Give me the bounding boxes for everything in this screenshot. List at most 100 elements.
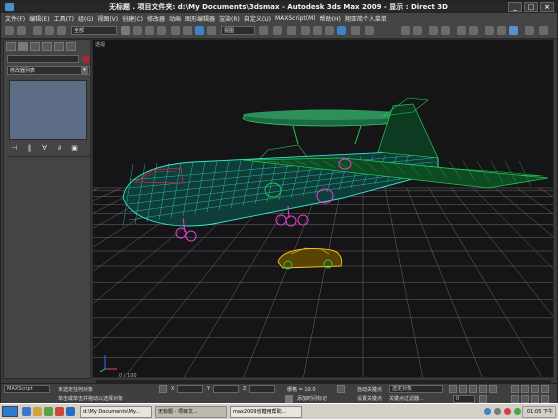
rect-region-icon[interactable] <box>145 26 154 35</box>
play-icon[interactable] <box>469 385 477 393</box>
next-frame-icon[interactable] <box>479 385 487 393</box>
rendered-frame-window-icon[interactable] <box>497 26 506 35</box>
hierarchy-tab-icon[interactable] <box>30 42 40 51</box>
menu-rendering[interactable]: 渲染(R) <box>219 14 240 23</box>
material-editor-icon[interactable] <box>469 26 478 35</box>
select-rotate-icon[interactable] <box>183 26 192 35</box>
pin-stack-icon[interactable]: ⊣ <box>9 144 20 153</box>
select-scale-icon[interactable] <box>195 26 204 35</box>
percent-snap-icon[interactable] <box>325 26 334 35</box>
menu-file[interactable]: 文件(F) <box>5 14 25 23</box>
scale-icon[interactable] <box>207 26 216 35</box>
viewport-label[interactable]: 透视 <box>95 41 105 48</box>
select-by-name-icon[interactable] <box>133 26 142 35</box>
perspective-viewport[interactable]: 透视 <box>92 39 554 378</box>
x-coordinate-field[interactable] <box>177 385 203 393</box>
layer-manager-icon[interactable] <box>429 26 438 35</box>
redo-icon[interactable] <box>17 26 26 35</box>
select-move-icon[interactable] <box>171 26 180 35</box>
reference-coordinate-dropdown[interactable]: 视图 <box>221 26 255 35</box>
max-logo-icon[interactable] <box>5 3 14 11</box>
volume-tray-icon[interactable] <box>494 408 501 415</box>
edit-named-selections-icon[interactable] <box>351 26 360 35</box>
previous-frame-icon[interactable] <box>459 385 467 393</box>
menu-graph-editors[interactable]: 图形编辑器 <box>185 14 215 23</box>
object-color-swatch[interactable] <box>82 55 90 63</box>
key-mode-icon[interactable] <box>337 385 345 393</box>
network-tray-icon[interactable] <box>484 408 491 415</box>
bind-spacewarp-icon[interactable] <box>57 26 66 35</box>
menu-customize[interactable]: 自定义(U) <box>244 14 271 23</box>
select-object-icon[interactable] <box>121 26 130 35</box>
task-help[interactable]: max2009省糖用帮助... <box>230 406 302 418</box>
remove-modifier-icon[interactable]: ∂ <box>54 144 65 153</box>
current-frame-field[interactable]: 0 <box>453 395 475 403</box>
task-3dsmax[interactable]: 无标题 - 项目文... <box>155 406 227 418</box>
menu-modifiers[interactable]: 修改器 <box>147 14 165 23</box>
utilities-tab-icon[interactable] <box>66 42 76 51</box>
menu-tools[interactable]: 工具(T) <box>54 14 74 23</box>
zoom-all-icon[interactable] <box>521 385 529 393</box>
pan-view-icon[interactable] <box>521 395 529 403</box>
go-to-start-icon[interactable] <box>449 385 457 393</box>
teapot-render-icon[interactable] <box>539 26 548 35</box>
motion-tab-icon[interactable] <box>42 42 52 51</box>
zoom-icon[interactable] <box>511 385 519 393</box>
show-end-result-icon[interactable]: ‖ <box>24 144 35 153</box>
schematic-view-icon[interactable] <box>457 26 466 35</box>
modifier-list-dropdown[interactable]: 修改器列表 ▾ <box>7 66 90 75</box>
pivot-center-icon[interactable] <box>259 26 268 35</box>
display-tab-icon[interactable] <box>54 42 64 51</box>
spinner-snap-icon[interactable] <box>337 26 346 35</box>
object-name-field[interactable] <box>7 55 79 63</box>
link-icon[interactable] <box>33 26 42 35</box>
maximize-viewport-icon[interactable] <box>541 395 549 403</box>
lock-selection-icon[interactable] <box>159 385 167 393</box>
menu-create[interactable]: 创建(C) <box>122 14 143 23</box>
go-to-end-icon[interactable] <box>489 385 497 393</box>
window-crossing-icon[interactable] <box>157 26 166 35</box>
media-icon[interactable] <box>55 407 64 416</box>
create-tab-icon[interactable] <box>6 42 16 51</box>
antivirus-tray-icon[interactable] <box>504 408 511 415</box>
align-icon[interactable] <box>413 26 422 35</box>
close-button[interactable]: × <box>540 2 554 12</box>
menu-views[interactable]: 视图(V) <box>97 14 118 23</box>
named-selection-sets-icon[interactable] <box>365 26 374 35</box>
menu-personal[interactable]: 翔亚简个人菜单 <box>345 14 387 23</box>
angle-snap-icon[interactable] <box>313 26 322 35</box>
start-button[interactable] <box>2 406 18 417</box>
key-filters-button[interactable]: 关键点过滤器... <box>389 395 424 402</box>
make-unique-icon[interactable]: ∀ <box>39 144 50 153</box>
render-setup-icon[interactable] <box>485 26 494 35</box>
configure-modifier-sets-icon[interactable]: ▣ <box>69 144 80 153</box>
modify-tab-icon[interactable] <box>18 42 28 51</box>
desktop-icon[interactable] <box>44 407 53 416</box>
time-slider-label[interactable]: 0 / 100 <box>119 373 137 379</box>
task-explorer[interactable]: d:\My Documents\My... <box>80 406 152 418</box>
maxscript-listener[interactable]: MAXScript <box>4 385 50 393</box>
menu-maxscript[interactable]: MAXScript(M) <box>275 15 316 22</box>
select-manipulate-icon[interactable] <box>273 26 282 35</box>
curve-editor-icon[interactable] <box>441 26 450 35</box>
zoom-extents-all-icon[interactable] <box>541 385 549 393</box>
add-time-tag-icon[interactable] <box>285 395 293 403</box>
y-coordinate-field[interactable] <box>213 385 239 393</box>
unlink-icon[interactable] <box>45 26 54 35</box>
undo-icon[interactable] <box>5 26 14 35</box>
folder-icon[interactable] <box>33 407 42 416</box>
max-quicklaunch-icon[interactable] <box>66 407 75 416</box>
zoom-extents-icon[interactable] <box>531 385 539 393</box>
set-key-button[interactable]: 设置关键点 <box>357 395 382 402</box>
menu-edit[interactable]: 编辑(E) <box>29 14 49 23</box>
add-time-tag[interactable]: 添加时间标记 <box>297 395 327 402</box>
z-coordinate-field[interactable] <box>249 385 275 393</box>
keyboard-shortcut-icon[interactable] <box>287 26 296 35</box>
selected-set-dropdown[interactable]: 选定对象 <box>389 385 443 393</box>
ie-icon[interactable] <box>22 407 31 416</box>
minimize-button[interactable]: _ <box>508 2 522 12</box>
menu-help[interactable]: 帮助(H) <box>320 14 341 23</box>
menu-animation[interactable]: 动画 <box>169 14 181 23</box>
modifier-stack-list[interactable] <box>9 80 87 140</box>
menu-group[interactable]: 组(G) <box>78 14 93 23</box>
